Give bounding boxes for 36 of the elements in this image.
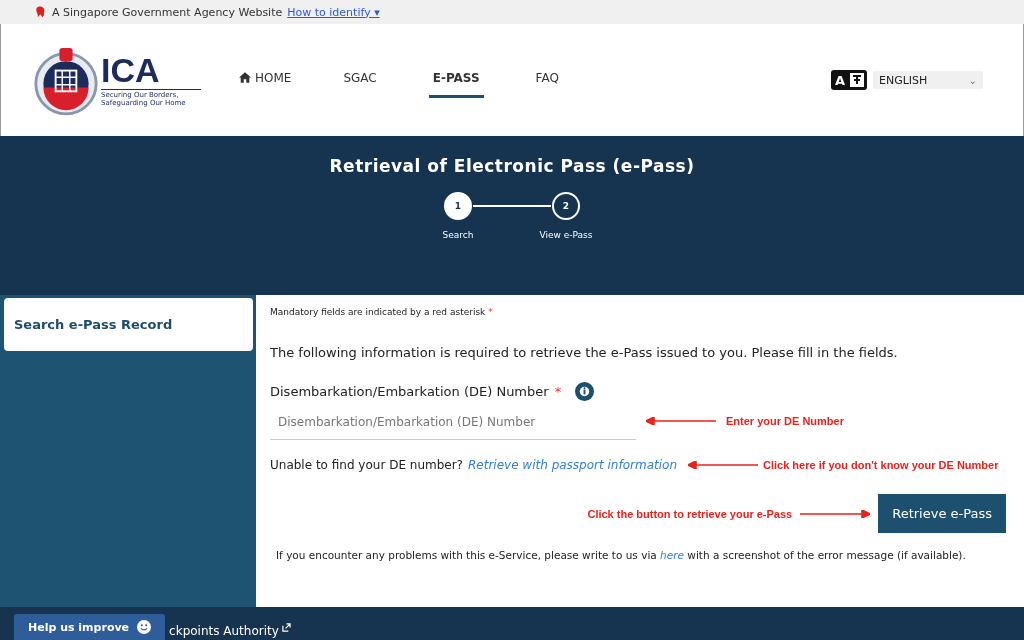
masthead-text: A Singapore Government Agency Website <box>52 5 283 19</box>
nav-link[interactable]: SGAC <box>343 62 377 98</box>
intro-text: The following information is required to retrieve the e-Pass issued to you. Please fill in the fields. <box>270 345 899 360</box>
help-text: Unable to find your DE number? <box>270 458 463 472</box>
nav-link[interactable]: E-PASS <box>428 62 484 98</box>
step-label: Search <box>442 230 474 240</box>
mandatory-note: Mandatory fields are indicated by a red asterisk * <box>270 307 494 317</box>
support-text: If you encounter any problems with this e-Service, please write to us via here with a screenshot of the error message (if available). <box>276 549 967 561</box>
retrieve-button[interactable]: Retrieve e-Pass <box>878 494 1006 533</box>
required-asterisk: * <box>554 384 562 399</box>
field-label: Disembarkation/Embarkation (DE) Number <box>270 384 549 399</box>
annotation-arrow <box>646 416 716 425</box>
translate-icon: A <box>831 70 867 90</box>
step-circle: 2 <box>552 192 580 220</box>
step-circle: 1 <box>444 192 472 220</box>
feedback-button[interactable]: Help us improve <box>14 614 166 640</box>
annotation-text: Click the button to retrieve your e-Pass <box>587 507 793 520</box>
how-to-identify-link[interactable]: How to identify ▾ <box>287 5 380 19</box>
page-title: Retrieval of Electronic Pass (e-Pass) <box>329 156 695 176</box>
annotation-arrow <box>688 461 758 469</box>
annotation-text: Enter your DE Number <box>726 414 844 427</box>
sidebar-item[interactable]: Search e-Pass Record <box>4 298 253 351</box>
nav-link[interactable]: HOME <box>239 62 292 98</box>
home-icon <box>239 72 251 83</box>
smiley-icon <box>137 620 152 634</box>
footer-text: ckpoints Authority <box>169 624 279 638</box>
annotation-text: Click here if you don't know your DE Number <box>763 459 999 471</box>
nav-link[interactable]: FAQ <box>535 62 559 98</box>
step-label: View e-Pass <box>539 230 593 240</box>
external-link-icon <box>281 623 291 632</box>
info-icon[interactable] <box>575 382 595 401</box>
annotation-arrow <box>800 509 871 518</box>
language-select[interactable]: ENGLISH ⌄ <box>873 71 983 89</box>
here-link[interactable]: here <box>660 549 684 561</box>
passport-retrieval-link[interactable]: Retrieve with passport information <box>468 458 677 472</box>
logo-wordmark: ICA <box>101 53 161 87</box>
